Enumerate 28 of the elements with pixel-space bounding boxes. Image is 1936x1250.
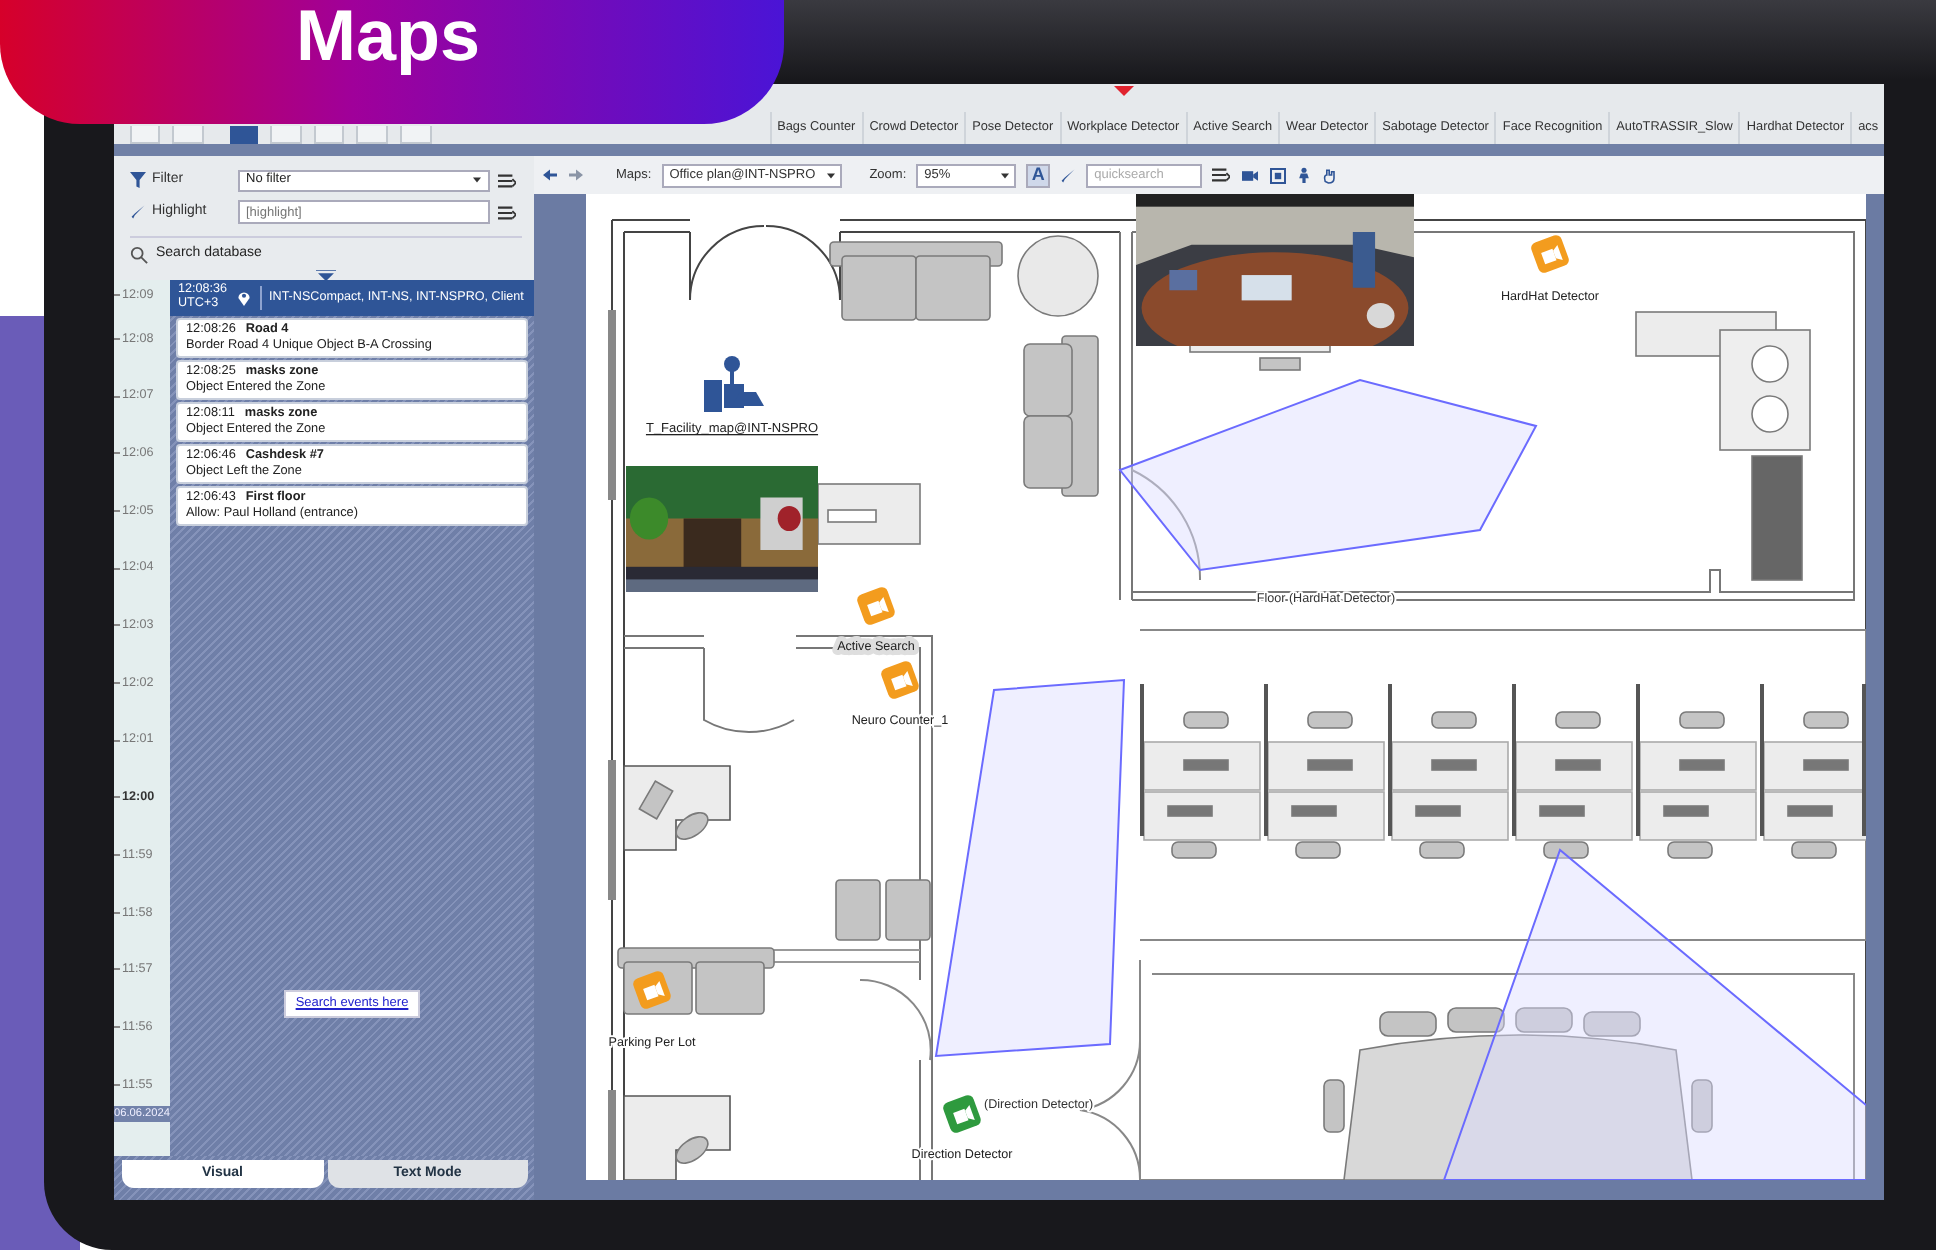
figure-icon[interactable] (1296, 166, 1313, 184)
cabinet (1751, 455, 1803, 581)
facility-icon[interactable] (704, 356, 764, 412)
location-pin-icon (235, 288, 252, 308)
round-table (1017, 235, 1099, 317)
camera-icon[interactable] (1240, 167, 1261, 183)
font-button[interactable]: A (1026, 163, 1051, 187)
square-icon[interactable] (1270, 167, 1287, 183)
caret-icon (472, 176, 482, 184)
caret-icon (825, 171, 836, 179)
camera-marker-icon[interactable] (631, 969, 673, 1011)
armchair (835, 879, 881, 941)
caret-icon (1000, 171, 1011, 179)
hand-icon[interactable] (1322, 166, 1339, 184)
armchair (885, 879, 931, 941)
list-icon[interactable] (498, 203, 516, 221)
filter-icon (130, 172, 146, 188)
list-icon[interactable] (1212, 166, 1231, 184)
back-arrow-icon[interactable] (542, 168, 558, 182)
corner-desk (623, 1095, 731, 1180)
search-icon (130, 245, 148, 264)
toolbar-button[interactable] (229, 126, 258, 144)
forward-arrow-icon[interactable] (568, 168, 584, 182)
chair (1259, 357, 1301, 371)
collapse-icon[interactable] (314, 269, 338, 279)
list-icon[interactable] (498, 171, 516, 189)
corner-desk (623, 765, 731, 851)
banner-title: Maps (295, 0, 481, 72)
